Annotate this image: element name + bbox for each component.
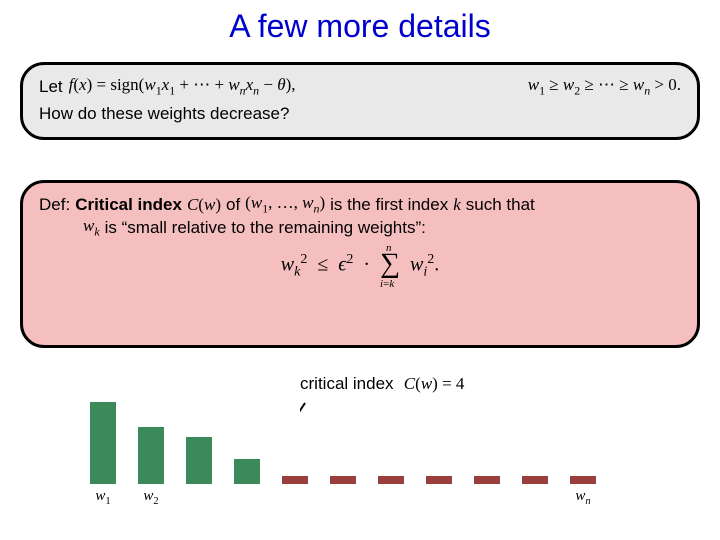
small-relative-text: is “small relative to the remaining weig… <box>105 218 426 238</box>
critical-index-formula: wk2 ≤ ϵ2 · n ∑ i=k wi2. <box>39 252 681 281</box>
xlabel-2: w2 <box>138 488 164 512</box>
function-def: f(x) = sign(w1x1 + ⋯ + wnxn − θ), <box>69 75 296 98</box>
caption-text: critical index <box>300 374 394 394</box>
xlabel-4 <box>234 488 260 512</box>
bar-9 <box>474 476 500 484</box>
xlabel-9 <box>474 488 500 512</box>
question-text: How do these weights decrease? <box>39 104 681 124</box>
Cw-symbol: C(w) <box>187 195 221 215</box>
xlabel-1: w1 <box>90 488 116 512</box>
xlabel-6 <box>330 488 356 512</box>
bar-10 <box>522 476 548 484</box>
xlabel-11: wn <box>570 488 596 512</box>
xlabel-7 <box>378 488 404 512</box>
bar-7 <box>378 476 404 484</box>
bar-2 <box>138 427 164 484</box>
of-word: of <box>226 195 240 215</box>
definition-box: Def: Critical index C(w) of (w1, …, wn) … <box>20 180 700 348</box>
bar-11 <box>570 476 596 484</box>
xlabel-8 <box>426 488 452 512</box>
bar-3 <box>186 437 212 484</box>
xlabel-5 <box>282 488 308 512</box>
wk-symbol: wk <box>83 216 100 239</box>
bar-8 <box>426 476 452 484</box>
weights-chart: critical index C(w) = 4 w1w2wn <box>90 400 650 520</box>
is-first-text: is the first index <box>330 195 448 215</box>
weight-ordering: w1 ≥ w2 ≥ ⋯ ≥ wn > 0. <box>528 75 681 98</box>
k-symbol: k <box>453 195 461 215</box>
bar-6 <box>330 476 356 484</box>
such-that-text: such that <box>466 195 535 215</box>
premise-box: Let f(x) = sign(w1x1 + ⋯ + wnxn − θ), w1… <box>20 62 700 140</box>
caption-Cw: C(w) = 4 <box>400 374 465 394</box>
chart-caption: critical index C(w) = 4 <box>300 374 464 394</box>
bar-4 <box>234 459 260 484</box>
let-label: Let <box>39 77 63 97</box>
w-tuple: (w1, …, wn) <box>245 193 325 216</box>
xlabel-10 <box>522 488 548 512</box>
slide-title: A few more details <box>0 0 720 45</box>
xlabel-3 <box>186 488 212 512</box>
critical-index-label: Critical index <box>75 195 182 215</box>
bar-1 <box>90 402 116 484</box>
def-label: Def: <box>39 195 70 215</box>
bar-5 <box>282 476 308 484</box>
